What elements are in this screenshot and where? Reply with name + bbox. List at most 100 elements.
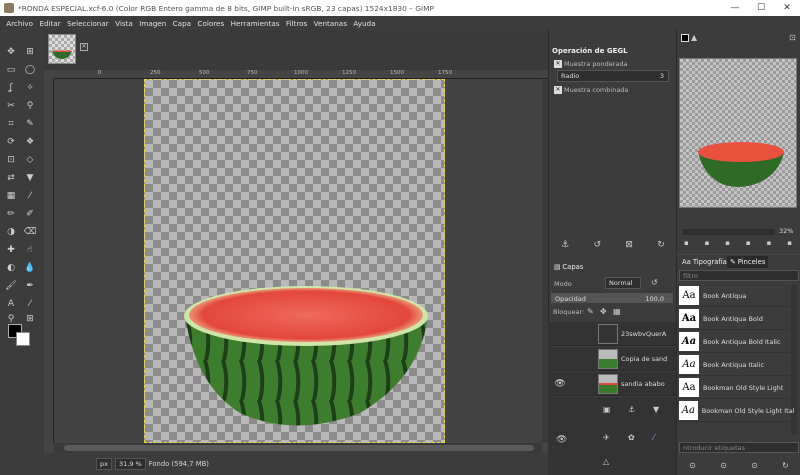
menu-filtros[interactable]: Filtros — [283, 19, 311, 28]
text-tool-icon[interactable]: A — [5, 298, 17, 310]
menu-capa[interactable]: Capa — [169, 19, 194, 28]
paintbrush-icon[interactable]: ⁄ — [24, 190, 36, 202]
gradient-tool-icon[interactable]: ▦ — [5, 190, 17, 202]
unified-transform-icon[interactable]: ⟳ — [5, 136, 17, 148]
radius-combo[interactable]: Radio 3 — [557, 70, 669, 82]
layer-row[interactable]: Copia de sand — [548, 347, 676, 371]
rect-select-icon[interactable]: ▭ — [5, 64, 17, 76]
font-item[interactable]: Aa Book Antiqua Bold — [679, 308, 794, 330]
lock-alpha-icon[interactable]: ▦ — [613, 307, 621, 316]
paths-tool-icon[interactable]: ✎ — [24, 118, 36, 130]
minimize-button[interactable]: — — [722, 0, 748, 16]
menu-herramientas[interactable]: Herramientas — [227, 19, 282, 28]
free-select-icon[interactable]: ʆ — [5, 82, 17, 94]
font-filter-input[interactable]: filtro — [679, 270, 799, 281]
pencil-icon[interactable]: ✏ — [5, 208, 17, 220]
zoom-fit-icon[interactable]: ▪ — [746, 239, 751, 247]
font-action-icon[interactable]: ⊙ — [689, 461, 696, 470]
navigator-preview[interactable] — [679, 58, 797, 208]
menu-ventanas[interactable]: Ventanas — [310, 19, 350, 28]
crop-tool-icon[interactable]: ⌗ — [5, 118, 17, 130]
menu-editar[interactable]: Editar — [36, 19, 64, 28]
move-tool-icon[interactable]: ✥ — [5, 46, 17, 58]
mode-combo[interactable]: Normal — [605, 277, 641, 289]
weighted-sample-checkbox[interactable]: ✕ — [554, 60, 562, 68]
new-layer-group-icon[interactable]: ▣ — [603, 405, 611, 414]
image-canvas[interactable] — [144, 79, 445, 443]
zoom-out-icon[interactable]: ▪ — [684, 239, 689, 247]
fg-mini-swatch[interactable] — [681, 34, 689, 42]
warp-transform-icon[interactable]: ❖ — [24, 136, 36, 148]
heal-tool-icon[interactable]: ✚ — [5, 244, 17, 256]
font-action-icon[interactable]: ⊙ — [720, 461, 727, 470]
close-tab-icon[interactable]: ✕ — [80, 43, 88, 51]
color-picker-icon[interactable]: ⁄ — [24, 298, 36, 310]
tags-input[interactable]: ntroducir etiquetas — [679, 442, 799, 453]
layer-row[interactable]: 23swbvQuerA — [548, 322, 676, 346]
zoom-1-icon[interactable]: ▪ — [725, 239, 730, 247]
visibility-eye-icon[interactable]: 👁 — [548, 379, 572, 389]
scrollbar-thumb[interactable] — [64, 445, 534, 451]
maximize-button[interactable]: ☐ — [748, 0, 774, 16]
align-tool-icon[interactable]: ⊞ — [24, 46, 36, 58]
horizontal-scrollbar[interactable] — [54, 443, 542, 453]
airbrush-icon[interactable]: ✐ — [24, 208, 36, 220]
font-item[interactable]: Aa Book Antiqua Italic — [679, 354, 794, 376]
nav-zoom-slider[interactable] — [683, 229, 775, 235]
menu-colores[interactable]: Colores — [194, 19, 227, 28]
navigate-icon[interactable]: ▲ — [691, 33, 697, 42]
flip-tool-icon[interactable]: ⇄ — [5, 172, 17, 184]
image-tab-thumbnail[interactable] — [48, 34, 76, 64]
ink-tool-icon[interactable]: ✒ — [24, 280, 36, 292]
bird-icon[interactable]: ✈ — [603, 433, 610, 442]
font-item[interactable]: Aa Book Antiqua Bold Italic — [679, 331, 794, 353]
tab-brushes[interactable]: ✎ Pinceles — [727, 256, 769, 268]
layer-row[interactable]: 👁 sandia ababo — [548, 372, 676, 396]
anchor-icon[interactable]: ⚓ — [628, 405, 635, 414]
perspective-icon[interactable]: ◇ — [24, 154, 36, 166]
font-item[interactable]: Aa Bookman Old Style Light Italic — [679, 400, 794, 422]
triangle-icon[interactable]: △ — [603, 457, 609, 466]
tab-fonts[interactable]: Aa Tipografías — [679, 256, 733, 268]
font-item[interactable]: Aa Book Antiqua — [679, 285, 794, 307]
reset-icon[interactable]: ↺ — [594, 240, 602, 250]
scissors-icon[interactable]: ✂ — [5, 100, 17, 112]
foreground-select-icon[interactable]: ⚲ — [24, 100, 36, 112]
merge-icon[interactable]: ▼ — [653, 405, 659, 414]
smudge-icon[interactable]: ☝ — [24, 244, 36, 256]
cage-transform-icon[interactable]: ⊡ — [5, 154, 17, 166]
menu-ayuda[interactable]: Ayuda — [350, 19, 379, 28]
pin-icon[interactable]: ⚓ — [561, 240, 569, 250]
bucket-fill-icon[interactable]: ▼ — [24, 172, 36, 184]
font-refresh-icon[interactable]: ↻ — [782, 461, 789, 470]
menu-imagen[interactable]: Imagen — [136, 19, 169, 28]
zoom-select[interactable]: 31,9 % — [114, 458, 146, 470]
combined-sample-checkbox[interactable]: ✕ — [554, 86, 562, 94]
menu-seleccionar[interactable]: Seleccionar — [64, 19, 112, 28]
clone-tool-icon[interactable]: ◑ — [5, 226, 17, 238]
shrink-wrap-icon[interactable]: ▪ — [767, 239, 772, 247]
zoom-in-icon[interactable]: ▪ — [705, 239, 710, 247]
menu-vista[interactable]: Vista — [112, 19, 136, 28]
menu-archivo[interactable]: Archivo — [3, 19, 36, 28]
fuzzy-select-icon[interactable]: ✧ — [24, 82, 36, 94]
lock-position-icon[interactable]: ✥ — [600, 307, 607, 316]
dodge-burn-icon[interactable]: ◐ — [5, 262, 17, 274]
mypaint-brush-icon[interactable]: 🖌 — [5, 280, 17, 292]
fill-window-icon[interactable]: ▪ — [787, 239, 792, 247]
font-action-icon[interactable]: ⊙ — [751, 461, 758, 470]
refresh-icon[interactable]: ↻ — [657, 240, 665, 250]
measure-tool-icon[interactable]: ⊞ — [24, 313, 36, 325]
background-color-swatch[interactable] — [16, 332, 30, 346]
unit-select[interactable]: px — [96, 458, 112, 470]
feather-icon[interactable]: ⁄ — [653, 433, 654, 442]
mode-reset-icon[interactable]: ↺ — [651, 278, 658, 287]
panel-menu-icon[interactable]: ⊡ — [789, 33, 796, 42]
delete-icon[interactable]: ⊠ — [625, 240, 633, 250]
crab-icon[interactable]: ✿ — [628, 433, 635, 442]
opacity-slider[interactable]: Opacidad 100,0 — [551, 293, 673, 303]
blur-sharpen-icon[interactable]: 💧 — [24, 262, 36, 274]
visibility-eye-icon[interactable]: 👁 — [556, 435, 567, 445]
tab-layers[interactable]: ▤ Capas — [551, 261, 586, 273]
eraser-icon[interactable]: ⌫ — [24, 226, 37, 238]
